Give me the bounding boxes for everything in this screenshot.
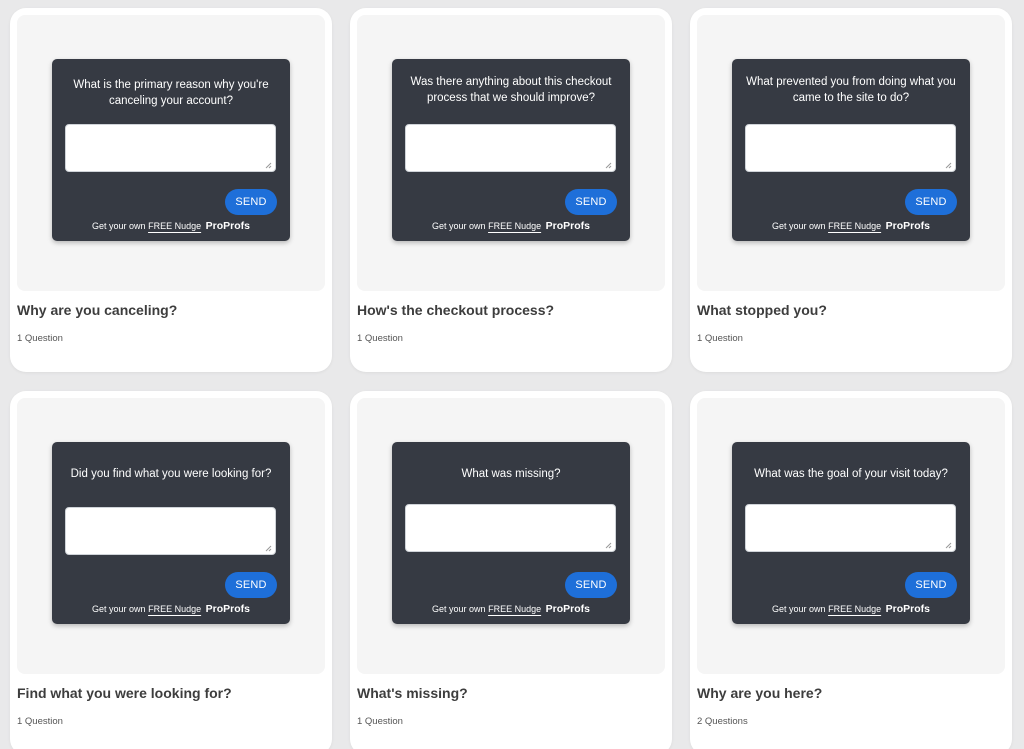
- survey-widget: What was the goal of your visit today? S…: [732, 442, 970, 624]
- survey-question: What is the primary reason why you're ca…: [73, 79, 269, 107]
- footer-prefix: Get your own: [772, 604, 826, 614]
- survey-widget: Was there anything about this checkout p…: [392, 59, 630, 241]
- proprofs-logo: ProProfs: [205, 603, 250, 615]
- powered-by-footer: Get your own FREE Nudge ProProfs: [392, 219, 630, 233]
- proprofs-logo: ProProfs: [545, 603, 590, 615]
- proprofs-logo: ProProfs: [545, 220, 590, 232]
- template-grid: What is the primary reason why you're ca…: [0, 0, 1024, 749]
- free-nudge-link[interactable]: FREE Nudge: [148, 221, 201, 231]
- powered-by-footer: Get your own FREE Nudge ProProfs: [732, 602, 970, 616]
- answer-textarea[interactable]: [405, 124, 616, 172]
- question-count: 1 Question: [357, 333, 403, 344]
- question-count: 1 Question: [357, 716, 403, 727]
- template-title[interactable]: What stopped you?: [697, 302, 827, 318]
- send-button[interactable]: SEND: [225, 189, 277, 215]
- template-card[interactable]: Was there anything about this checkout p…: [350, 8, 672, 372]
- survey-preview: What is the primary reason why you're ca…: [17, 15, 325, 291]
- template-title[interactable]: Why are you here?: [697, 685, 822, 701]
- question-count: 1 Question: [697, 333, 743, 344]
- powered-by-footer: Get your own FREE Nudge ProProfs: [392, 602, 630, 616]
- answer-textarea[interactable]: [745, 124, 956, 172]
- footer-prefix: Get your own: [772, 221, 826, 231]
- send-button[interactable]: SEND: [905, 189, 957, 215]
- resize-grip-icon[interactable]: [265, 545, 272, 552]
- proprofs-logo: ProProfs: [205, 220, 250, 232]
- survey-question: Was there anything about this checkout p…: [410, 76, 612, 104]
- send-button[interactable]: SEND: [225, 572, 277, 598]
- template-card[interactable]: What was missing? SEND Get your own FREE…: [350, 391, 672, 749]
- proprofs-logo: ProProfs: [885, 603, 930, 615]
- template-title[interactable]: Why are you canceling?: [17, 302, 177, 318]
- survey-question: What prevented you from doing what you c…: [746, 76, 956, 104]
- footer-prefix: Get your own: [432, 604, 486, 614]
- survey-question: What was missing?: [461, 468, 561, 480]
- question-count: 2 Questions: [697, 716, 748, 727]
- answer-textarea[interactable]: [65, 124, 276, 172]
- survey-preview: What was the goal of your visit today? S…: [697, 398, 1005, 674]
- survey-preview: What prevented you from doing what you c…: [697, 15, 1005, 291]
- send-button[interactable]: SEND: [565, 189, 617, 215]
- free-nudge-link[interactable]: FREE Nudge: [148, 604, 201, 614]
- send-button[interactable]: SEND: [905, 572, 957, 598]
- answer-textarea[interactable]: [405, 504, 616, 552]
- survey-preview: Was there anything about this checkout p…: [357, 15, 665, 291]
- survey-widget: Did you find what you were looking for? …: [52, 442, 290, 624]
- answer-textarea[interactable]: [65, 507, 276, 555]
- resize-grip-icon[interactable]: [945, 162, 952, 169]
- resize-grip-icon[interactable]: [945, 542, 952, 549]
- powered-by-footer: Get your own FREE Nudge ProProfs: [732, 219, 970, 233]
- survey-preview: Did you find what you were looking for? …: [17, 398, 325, 674]
- free-nudge-link[interactable]: FREE Nudge: [828, 221, 881, 231]
- survey-preview: What was missing? SEND Get your own FREE…: [357, 398, 665, 674]
- free-nudge-link[interactable]: FREE Nudge: [828, 604, 881, 614]
- template-title[interactable]: What's missing?: [357, 685, 468, 701]
- resize-grip-icon[interactable]: [265, 162, 272, 169]
- footer-prefix: Get your own: [92, 604, 146, 614]
- template-card[interactable]: What was the goal of your visit today? S…: [690, 391, 1012, 749]
- footer-prefix: Get your own: [92, 221, 146, 231]
- survey-widget: What prevented you from doing what you c…: [732, 59, 970, 241]
- powered-by-footer: Get your own FREE Nudge ProProfs: [52, 602, 290, 616]
- free-nudge-link[interactable]: FREE Nudge: [488, 221, 541, 231]
- footer-prefix: Get your own: [432, 221, 486, 231]
- template-card[interactable]: What is the primary reason why you're ca…: [10, 8, 332, 372]
- question-count: 1 Question: [17, 716, 63, 727]
- template-card[interactable]: What prevented you from doing what you c…: [690, 8, 1012, 372]
- survey-question: Did you find what you were looking for?: [70, 468, 272, 480]
- send-button[interactable]: SEND: [565, 572, 617, 598]
- resize-grip-icon[interactable]: [605, 542, 612, 549]
- resize-grip-icon[interactable]: [605, 162, 612, 169]
- survey-widget: What is the primary reason why you're ca…: [52, 59, 290, 241]
- survey-widget: What was missing? SEND Get your own FREE…: [392, 442, 630, 624]
- template-card[interactable]: Did you find what you were looking for? …: [10, 391, 332, 749]
- powered-by-footer: Get your own FREE Nudge ProProfs: [52, 219, 290, 233]
- question-count: 1 Question: [17, 333, 63, 344]
- answer-textarea[interactable]: [745, 504, 956, 552]
- template-title[interactable]: Find what you were looking for?: [17, 685, 232, 701]
- proprofs-logo: ProProfs: [885, 220, 930, 232]
- template-title[interactable]: How's the checkout process?: [357, 302, 554, 318]
- survey-question: What was the goal of your visit today?: [754, 468, 948, 480]
- free-nudge-link[interactable]: FREE Nudge: [488, 604, 541, 614]
